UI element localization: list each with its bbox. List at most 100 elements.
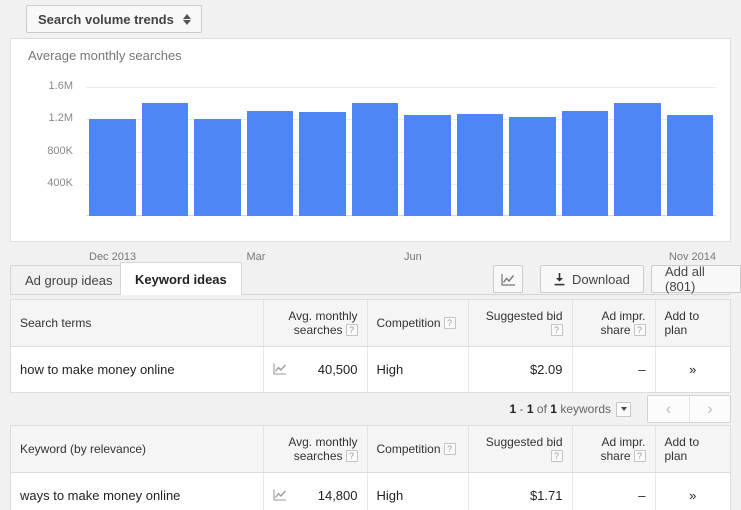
download-label: Download [572, 271, 630, 287]
page-range-end: 1 [526, 402, 534, 416]
chart-bar[interactable] [89, 119, 136, 216]
help-icon-avg-monthly-searches[interactable]: ? [345, 323, 358, 336]
chart-bar[interactable] [246, 111, 293, 216]
chart-bar[interactable] [561, 111, 608, 216]
tab-keyword-ideas[interactable]: Keyword ideas [120, 262, 242, 295]
col-add-to-plan-label: Add to plan [664, 434, 700, 463]
help-icon-avg-monthly-searches[interactable]: ? [345, 449, 358, 462]
col-competition-label: Competition [376, 315, 441, 330]
sparkline-icon[interactable] [272, 363, 287, 375]
bar-chart-plot: 1.6M 1.2M 800K 400K Dec 2013 Mar Jun Nov 2014 [47, 71, 716, 263]
download-icon [554, 272, 565, 285]
table-row: how to make money online 40,500 High $2.… [11, 346, 730, 392]
page-range-start: 1 [509, 402, 517, 416]
col-search-terms-label: Search terms [20, 315, 92, 330]
col-add-to-plan: Add to plan [655, 426, 730, 473]
help-icon-competition[interactable]: ? [443, 316, 456, 329]
col-avg-monthly-searches[interactable]: Avg. monthly searches? [263, 426, 368, 473]
prev-page-button[interactable]: ‹ [648, 396, 689, 422]
tab-ad-group-ideas[interactable]: Ad group ideas [10, 265, 128, 294]
page-total: 1 [550, 402, 557, 416]
chart-bar[interactable] [141, 103, 188, 216]
y-axis-tick-label: 800K [47, 144, 73, 157]
view-select-button[interactable]: Search volume trends [26, 5, 202, 33]
col-keyword-by-relevance[interactable]: Keyword (by relevance) [11, 426, 264, 473]
keyword-ideas-table: Keyword (by relevance) Avg. monthly sear… [10, 425, 731, 510]
col-competition[interactable]: Competition? [367, 426, 469, 473]
cell-competition: High [367, 472, 469, 510]
search-terms-table: Search terms Avg. monthly searches? Comp… [10, 299, 731, 393]
chart-gridline [86, 87, 716, 89]
cell-suggested-bid: $2.09 [468, 346, 573, 392]
top-toolbar: Search volume trends [0, 0, 741, 38]
help-icon-competition[interactable]: ? [443, 442, 456, 455]
col-suggested-bid-label: Suggested bid [485, 434, 563, 449]
page-range-dash: - [519, 402, 524, 416]
chart-bar[interactable] [456, 113, 503, 216]
col-ad-impr-share[interactable]: Ad impr. share? [572, 426, 656, 473]
download-button[interactable]: Download [540, 265, 644, 293]
chart-bar[interactable] [614, 103, 661, 216]
table-row: ways to make money online 14,800 High $1… [11, 472, 730, 510]
cell-competition: High [367, 346, 469, 392]
cell-avg-monthly-searches-value: 40,500 [317, 361, 358, 377]
view-select-label: Search volume trends [38, 11, 174, 27]
table-header-row: Keyword (by relevance) Avg. monthly sear… [11, 426, 730, 473]
tab-keyword-ideas-label: Keyword ideas [135, 271, 227, 287]
chart-bar[interactable] [404, 115, 451, 216]
cell-avg-monthly-searches: 40,500 [263, 346, 368, 392]
page-unit-label: keywords [560, 402, 611, 416]
y-axis-tick-label: 400K [47, 176, 73, 189]
add-to-plan-button[interactable]: » [655, 346, 730, 392]
y-axis-tick-label: 1.2M [48, 112, 73, 125]
col-add-to-plan: Add to plan [655, 300, 730, 347]
col-suggested-bid[interactable]: Suggested bid? [468, 300, 573, 347]
col-keyword-by-relevance-label: Keyword (by relevance) [20, 441, 147, 456]
tab-ad-group-ideas-label: Ad group ideas [25, 272, 113, 288]
page-of-label: of [536, 402, 547, 416]
cell-suggested-bid: $1.71 [468, 472, 573, 510]
help-icon-suggested-bid[interactable]: ? [550, 323, 563, 336]
col-search-terms[interactable]: Search terms [11, 300, 264, 347]
tab-strip: Ad group ideas Keyword ideas Download Ad… [10, 262, 741, 295]
chart-bar[interactable] [509, 116, 556, 216]
chart-bar[interactable] [666, 114, 713, 216]
cell-avg-monthly-searches: 14,800 [263, 472, 368, 510]
col-competition-label: Competition [376, 441, 441, 456]
col-suggested-bid-label: Suggested bid [485, 308, 563, 323]
col-avg-monthly-searches[interactable]: Avg. monthly searches? [263, 300, 368, 347]
cell-ad-impr-share: – [572, 346, 656, 392]
add-to-plan-button[interactable]: » [655, 472, 730, 510]
pagination: 1 - 1 of 1 keywords ‹ › [10, 394, 731, 424]
cell-avg-monthly-searches-value: 14,800 [317, 487, 358, 503]
pagination-nav: ‹ › [647, 395, 731, 423]
search-volume-chart-panel: Average monthly searches 1.6M 1.2M 800K 400… [10, 38, 731, 263]
chart-bar[interactable] [299, 112, 346, 216]
updown-arrows-icon [182, 13, 191, 25]
line-chart-icon [500, 273, 515, 286]
col-ad-impr-share[interactable]: Ad impr. share? [572, 300, 656, 347]
sparkline-icon[interactable] [272, 489, 287, 501]
chart-bar[interactable] [351, 103, 398, 216]
chart-title: Average monthly searches [28, 48, 182, 63]
col-competition[interactable]: Competition? [367, 300, 469, 347]
y-axis-tick-label: 1.6M [48, 80, 73, 93]
help-icon-ad-impr-share[interactable]: ? [633, 449, 646, 462]
cell-search-term: how to make money online [11, 346, 264, 392]
cell-keyword: ways to make money online [11, 472, 264, 510]
help-icon-ad-impr-share[interactable]: ? [633, 323, 646, 336]
help-icon-suggested-bid[interactable]: ? [550, 449, 563, 462]
cell-ad-impr-share: – [572, 472, 656, 510]
add-all-button[interactable]: Add all (801) [651, 264, 741, 294]
tab-underline [10, 294, 731, 295]
chart-toggle-button[interactable] [493, 265, 523, 293]
chart-bar[interactable] [194, 119, 241, 216]
chevron-down-icon [620, 407, 627, 411]
next-page-button[interactable]: › [689, 396, 730, 422]
add-all-label: Add all (801) [665, 264, 705, 294]
keyword-planner-page: Search volume trends Average monthly sea… [0, 0, 741, 510]
table-header-row: Search terms Avg. monthly searches? Comp… [11, 300, 730, 347]
page-size-dropdown[interactable] [616, 401, 631, 417]
col-add-to-plan-label: Add to plan [664, 308, 700, 337]
col-suggested-bid[interactable]: Suggested bid? [468, 426, 573, 473]
